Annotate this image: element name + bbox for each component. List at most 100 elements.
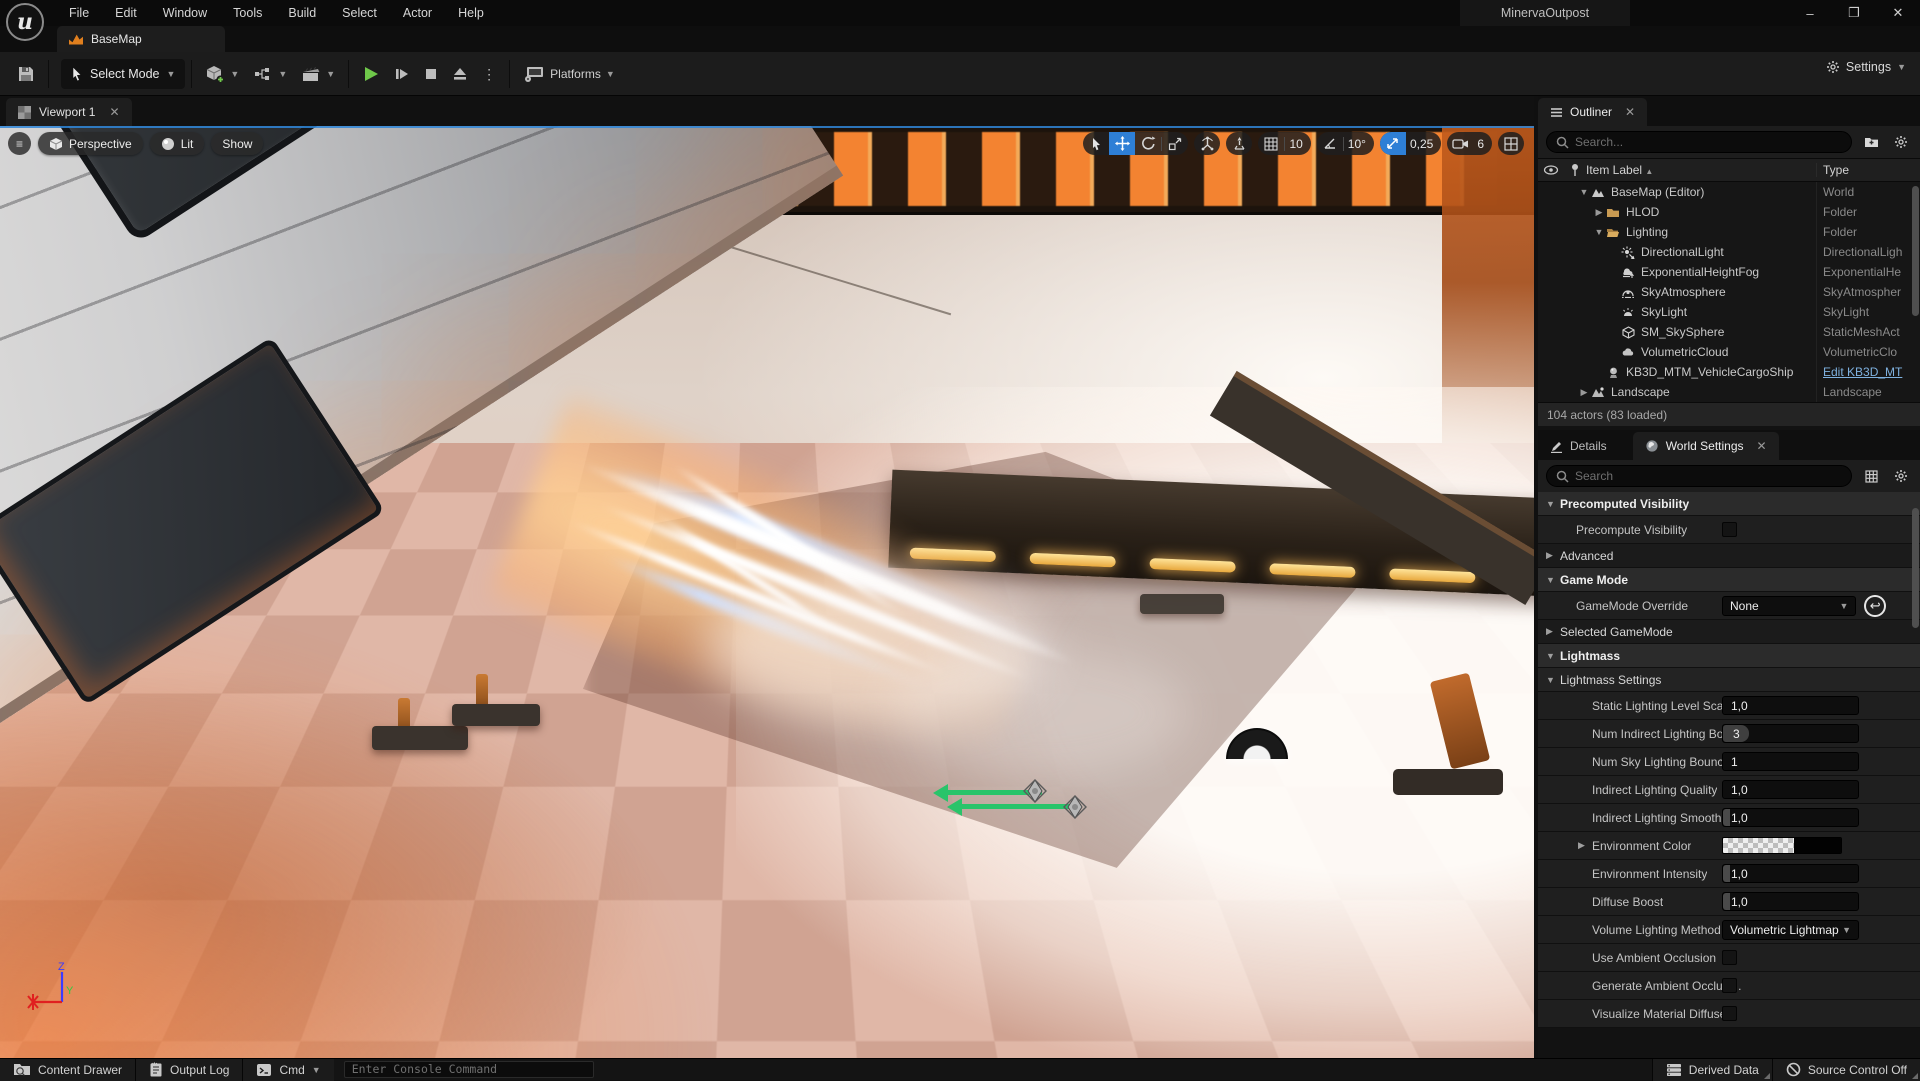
details-search-input[interactable]: Search bbox=[1546, 465, 1852, 487]
minimize-button[interactable]: – bbox=[1788, 0, 1832, 26]
caret-right-icon[interactable]: ▶ bbox=[1578, 840, 1588, 851]
menu-select[interactable]: Select bbox=[329, 0, 390, 26]
actor-label[interactable]: SM_SkySphere bbox=[1641, 325, 1816, 339]
caret-down-icon[interactable]: ▼ bbox=[1546, 651, 1556, 661]
caret-right-icon[interactable]: ▶ bbox=[1546, 550, 1556, 561]
camera-speed-button[interactable] bbox=[1447, 132, 1473, 155]
caret-down-icon[interactable]: ▼ bbox=[1593, 227, 1605, 237]
settings-dropdown[interactable]: Settings ▼ bbox=[1826, 60, 1906, 74]
checkbox-unchecked[interactable] bbox=[1722, 978, 1737, 993]
category-row[interactable]: ▼Precomputed Visibility bbox=[1538, 492, 1920, 516]
outliner-row[interactable]: VolumetricCloudVolumetricClo bbox=[1538, 342, 1920, 362]
view-mode-dropdown[interactable]: Lit bbox=[150, 132, 205, 155]
grid-snap-button[interactable] bbox=[1258, 132, 1284, 155]
numeric-input[interactable]: 1,0 bbox=[1722, 696, 1859, 715]
3d-viewport[interactable]: ≡ Perspective Lit Show 10 bbox=[0, 126, 1534, 1058]
caret-down-icon[interactable]: ▼ bbox=[1546, 499, 1556, 509]
output-log-button[interactable]: Output Log bbox=[136, 1059, 242, 1081]
actor-label[interactable]: KB3D_MTM_VehicleCargoShip bbox=[1626, 365, 1816, 379]
numeric-input[interactable]: 1,0 bbox=[1722, 892, 1859, 911]
caret-down-icon[interactable]: ▼ bbox=[1578, 187, 1590, 197]
tab-viewport-1[interactable]: Viewport 1 ✕ bbox=[6, 98, 132, 126]
surface-snap-button[interactable] bbox=[1226, 132, 1252, 155]
world-local-gizmo-button[interactable] bbox=[1194, 132, 1220, 155]
edit-asset-link[interactable]: Edit KB3D_MT bbox=[1816, 362, 1920, 382]
details-scrollbar[interactable] bbox=[1912, 508, 1919, 628]
actor-label[interactable]: VolumetricCloud bbox=[1641, 345, 1816, 359]
target-point-sprite[interactable] bbox=[1022, 778, 1048, 804]
category-row[interactable]: ▼Lightmass Settings bbox=[1538, 668, 1920, 692]
viewport-options-menu[interactable]: ≡ bbox=[8, 132, 31, 155]
menu-actor[interactable]: Actor bbox=[390, 0, 445, 26]
details-display-button[interactable] bbox=[1860, 465, 1882, 487]
category-row[interactable]: ▼Lightmass bbox=[1538, 644, 1920, 668]
derived-data-button[interactable]: Derived Data bbox=[1653, 1059, 1772, 1081]
menu-window[interactable]: Window bbox=[150, 0, 220, 26]
actor-label[interactable]: SkyAtmosphere bbox=[1641, 285, 1816, 299]
frame-skip-button[interactable] bbox=[387, 62, 417, 86]
actor-label[interactable]: HLOD bbox=[1626, 205, 1816, 219]
actor-label[interactable]: ExponentialHeightFog bbox=[1641, 265, 1816, 279]
show-dropdown[interactable]: Show bbox=[211, 132, 263, 155]
color-swatch[interactable] bbox=[1722, 837, 1842, 854]
create-folder-button[interactable] bbox=[1860, 131, 1882, 153]
outliner-scrollbar[interactable] bbox=[1912, 186, 1919, 316]
camera-speed-value[interactable]: 6 bbox=[1473, 137, 1492, 151]
close-icon[interactable]: ✕ bbox=[109, 105, 119, 119]
dropdown-select[interactable]: None▼ bbox=[1722, 596, 1856, 616]
console-command-input[interactable]: Enter Console Command bbox=[344, 1061, 594, 1078]
maximize-button[interactable]: ❐ bbox=[1832, 0, 1876, 26]
cmd-dropdown[interactable]: Cmd ▼ bbox=[243, 1059, 333, 1081]
menu-tools[interactable]: Tools bbox=[220, 0, 275, 26]
column-item-label[interactable]: Item Label bbox=[1586, 163, 1642, 177]
play-options-kebab[interactable]: ⋮ bbox=[475, 62, 503, 87]
outliner-settings-button[interactable] bbox=[1890, 131, 1912, 153]
menu-file[interactable]: File bbox=[56, 0, 102, 26]
blueprints-dropdown[interactable]: ▼ bbox=[246, 62, 294, 86]
play-button[interactable] bbox=[355, 61, 387, 87]
outliner-row[interactable]: KB3D_MTM_VehicleCargoShipEdit KB3D_MT bbox=[1538, 362, 1920, 382]
outliner-row[interactable]: SkyAtmosphereSkyAtmospher bbox=[1538, 282, 1920, 302]
save-button[interactable] bbox=[10, 61, 42, 87]
category-row[interactable]: ▼Game Mode bbox=[1538, 568, 1920, 592]
menu-help[interactable]: Help bbox=[445, 0, 497, 26]
scale-snap-button[interactable] bbox=[1380, 132, 1406, 155]
actor-label[interactable]: Lighting bbox=[1626, 225, 1816, 239]
caret-right-icon[interactable]: ▶ bbox=[1546, 626, 1556, 637]
eject-button[interactable] bbox=[445, 63, 475, 85]
actor-label[interactable]: BaseMap (Editor) bbox=[1611, 185, 1816, 199]
scale-tool-button[interactable] bbox=[1162, 132, 1188, 155]
translate-tool-button[interactable] bbox=[1109, 132, 1135, 155]
actor-label[interactable]: SkyLight bbox=[1641, 305, 1816, 319]
visibility-eye-icon[interactable] bbox=[1538, 159, 1564, 181]
numeric-input[interactable]: 1 bbox=[1722, 752, 1859, 771]
caret-right-icon[interactable]: ▶ bbox=[1593, 207, 1605, 218]
menu-edit[interactable]: Edit bbox=[102, 0, 150, 26]
stop-button[interactable] bbox=[417, 63, 445, 85]
caret-right-icon[interactable]: ▶ bbox=[1578, 387, 1590, 398]
outliner-row[interactable]: ▼LightingFolder bbox=[1538, 222, 1920, 242]
numeric-input[interactable]: 1,0 bbox=[1722, 808, 1859, 827]
tab-outliner[interactable]: Outliner ✕ bbox=[1538, 98, 1647, 126]
rotation-snap-value[interactable]: 10° bbox=[1344, 137, 1374, 151]
perspective-dropdown[interactable]: Perspective bbox=[38, 132, 143, 155]
checkbox-unchecked[interactable] bbox=[1722, 1006, 1737, 1021]
outliner-row[interactable]: SM_SkySphereStaticMeshAct bbox=[1538, 322, 1920, 342]
column-type[interactable]: Type bbox=[1816, 163, 1920, 177]
platforms-dropdown[interactable]: Platforms ▼ bbox=[516, 62, 622, 86]
pin-icon[interactable] bbox=[1564, 159, 1586, 181]
target-point-sprite[interactable] bbox=[1062, 794, 1088, 820]
numeric-input[interactable]: 3 bbox=[1722, 724, 1859, 743]
add-actor-dropdown[interactable]: ▼ bbox=[198, 60, 246, 88]
grid-snap-value[interactable]: 10 bbox=[1285, 137, 1310, 151]
numeric-input[interactable]: 1,0 bbox=[1722, 864, 1859, 883]
actor-label[interactable]: Landscape bbox=[1611, 385, 1816, 399]
select-mode-dropdown[interactable]: Select Mode ▼ bbox=[61, 59, 185, 89]
use-selected-asset-button[interactable]: ↩ bbox=[1864, 595, 1886, 617]
outliner-row[interactable]: ▶LandscapeLandscape bbox=[1538, 382, 1920, 402]
outliner-row[interactable]: DirectionalLightDirectionalLigh bbox=[1538, 242, 1920, 262]
maximize-viewport-button[interactable] bbox=[1498, 132, 1524, 155]
cinematics-dropdown[interactable]: ▼ bbox=[294, 62, 342, 87]
content-drawer-button[interactable]: Content Drawer bbox=[0, 1059, 135, 1081]
outliner-row[interactable]: SkyLightSkyLight bbox=[1538, 302, 1920, 322]
